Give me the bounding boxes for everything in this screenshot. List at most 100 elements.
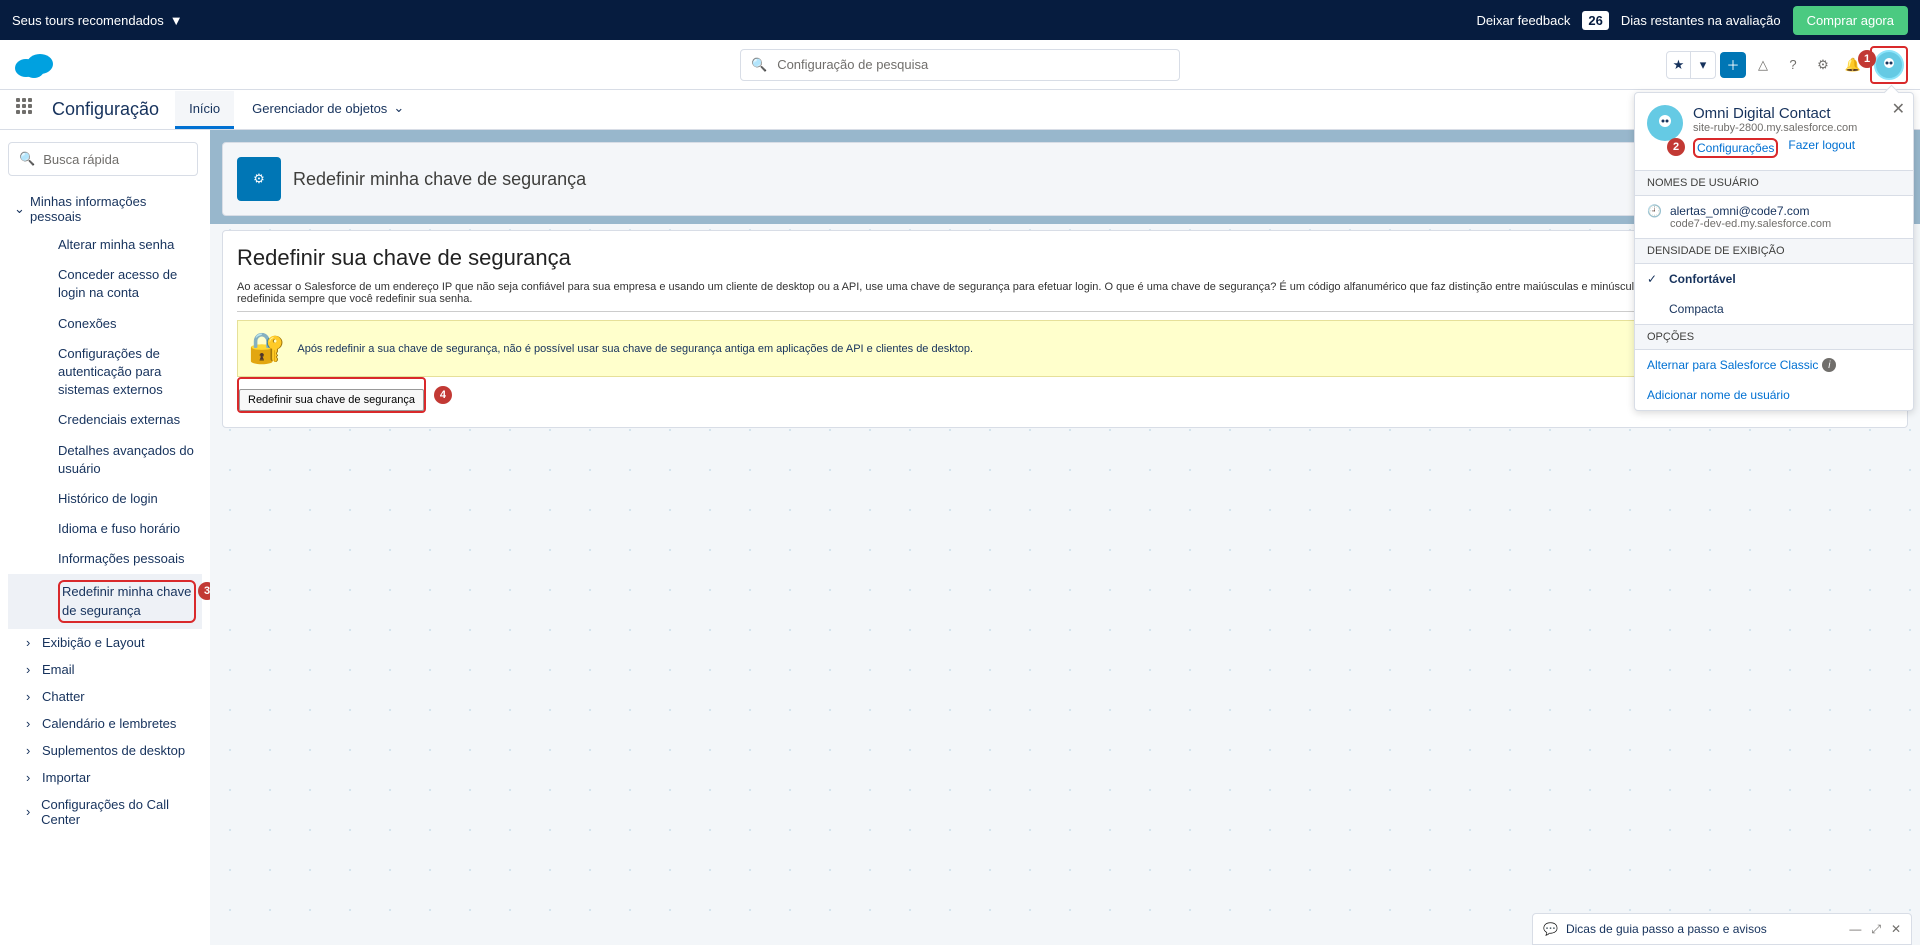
tree-import[interactable]: › Importar xyxy=(8,764,202,791)
days-remaining-text: Dias restantes na avaliação xyxy=(1621,13,1781,28)
tree-label: Email xyxy=(42,662,75,677)
salesforce-logo-icon[interactable] xyxy=(12,50,56,80)
tree-calendar[interactable]: › Calendário e lembretes xyxy=(8,710,202,737)
tree-display-layout[interactable]: › Exibição e Layout xyxy=(8,629,202,656)
tree-item-language-timezone[interactable]: Idioma e fuso horário xyxy=(8,514,202,544)
username-domain: code7-dev-ed.my.salesforce.com xyxy=(1670,218,1831,230)
density-comfortable[interactable]: ✓ Confortável xyxy=(1635,264,1913,294)
tab-object-manager[interactable]: Gerenciador de objetos ⌄ xyxy=(238,90,418,129)
astro-icon xyxy=(1879,55,1899,75)
quick-find-placeholder: Busca rápida xyxy=(43,152,119,167)
astro-avatar-icon xyxy=(1647,105,1683,141)
clock-icon: 🕘 xyxy=(1647,204,1662,230)
tree-item-auth-settings[interactable]: Configurações de autenticação para siste… xyxy=(8,339,202,406)
chevron-right-icon: › xyxy=(26,770,36,785)
user-avatar[interactable] xyxy=(1874,50,1904,80)
tree-label: Calendário e lembretes xyxy=(42,716,176,731)
search-icon: 🔍 xyxy=(751,57,767,73)
global-header: 🔍 Configuração de pesquisa ★ ▾ ＋ △ ? ⚙ 🔔… xyxy=(0,40,1920,90)
tree-desktop-addons[interactable]: ›Suplementos de desktop xyxy=(8,737,202,764)
chevron-down-icon: ▼ xyxy=(170,13,183,28)
switch-to-classic-link[interactable]: Alternar para Salesforce Classic i xyxy=(1635,350,1913,380)
nav-tab-bar: Configuração Início Gerenciador de objet… xyxy=(0,90,1920,130)
callout-badge-2: 2 xyxy=(1667,138,1685,156)
buy-now-button[interactable]: Comprar agora xyxy=(1793,6,1908,35)
app-title: Configuração xyxy=(52,99,159,120)
tree-label: Suplementos de desktop xyxy=(42,743,185,758)
setup-gear-icon[interactable]: ⚙ xyxy=(1810,52,1836,78)
check-icon: ✓ xyxy=(1647,272,1657,286)
tree-item-reset-token[interactable]: Redefinir minha chave de segurança 3 xyxy=(8,574,202,628)
chevron-right-icon: › xyxy=(26,689,36,704)
search-icon: 🔍 xyxy=(19,151,35,167)
user-display-name: Omni Digital Contact xyxy=(1693,105,1901,122)
setup-sidebar: 🔍 Busca rápida ⌄ Minhas informações pess… xyxy=(0,130,210,945)
reset-token-button[interactable]: Redefinir sua chave de segurança xyxy=(239,389,424,411)
tree-item-change-password[interactable]: Alterar minha senha xyxy=(8,230,202,260)
chat-bubble-icon: 💬 xyxy=(1543,922,1558,936)
add-username-link[interactable]: Adicionar nome de usuário xyxy=(1635,380,1913,410)
chevron-down-icon: ⌄ xyxy=(14,201,24,217)
minimize-icon[interactable]: — xyxy=(1849,922,1861,937)
trial-tours[interactable]: Seus tours recomendados ▼ xyxy=(12,13,183,28)
logout-link[interactable]: Fazer logout xyxy=(1788,138,1855,158)
callout-badge-4: 4 xyxy=(434,386,452,404)
favorites-menu[interactable]: ★ ▾ xyxy=(1666,51,1716,79)
chevron-right-icon: › xyxy=(26,635,36,650)
help-icon[interactable]: ? xyxy=(1780,52,1806,78)
tips-text: Dicas de guia passo a passo e avisos xyxy=(1566,922,1767,936)
tree-chatter[interactable]: › Chatter xyxy=(8,683,202,710)
expand-icon[interactable]: ⤢ xyxy=(1871,922,1881,937)
tree-item-reset-token-label: Redefinir minha chave de segurança xyxy=(62,584,191,617)
close-icon[interactable]: ✕ xyxy=(1891,922,1901,937)
tree-label: Importar xyxy=(42,770,90,785)
trial-bar: Seus tours recomendados ▼ Deixar feedbac… xyxy=(0,0,1920,40)
feedback-link[interactable]: Deixar feedback xyxy=(1476,13,1570,28)
chevron-right-icon: › xyxy=(26,804,35,819)
tree-item-connections[interactable]: Conexões xyxy=(8,309,202,339)
tree-label: Exibição e Layout xyxy=(42,635,145,650)
tree-item-grant-login[interactable]: Conceder acesso de login na conta xyxy=(8,260,202,308)
tree-parent-label: Minhas informações pessoais xyxy=(30,194,196,224)
tree-item-login-history[interactable]: Histórico de login xyxy=(8,484,202,514)
tree-item-personal-info[interactable]: Informações pessoais xyxy=(8,544,202,574)
tree-label: Chatter xyxy=(42,689,85,704)
tree-email[interactable]: › Email xyxy=(8,656,202,683)
tab-home[interactable]: Início xyxy=(175,91,234,129)
lock-warning-icon: 🔐 xyxy=(248,331,285,366)
star-icon[interactable]: ★ xyxy=(1667,52,1691,78)
object-manager-label: Gerenciador de objetos xyxy=(252,101,387,116)
page-title: Redefinir minha chave de segurança xyxy=(293,169,586,190)
username-email: alertas_omni@code7.com xyxy=(1670,204,1831,218)
chevron-right-icon: › xyxy=(26,716,36,731)
chevron-down-icon[interactable]: ▾ xyxy=(1691,52,1715,78)
setup-gear-icon: ⚙ xyxy=(237,157,281,201)
chevron-right-icon: › xyxy=(26,662,36,677)
trailhead-icon[interactable]: △ xyxy=(1750,52,1776,78)
close-icon[interactable]: ✕ xyxy=(1892,99,1905,119)
tours-label: Seus tours recomendados xyxy=(12,13,164,28)
walkthrough-tips-bar[interactable]: 💬 Dicas de guia passo a passo e avisos —… xyxy=(1532,913,1912,945)
callout-badge-1: 1 xyxy=(1858,50,1876,68)
chevron-down-icon: ⌄ xyxy=(393,100,404,116)
density-compact[interactable]: Compacta xyxy=(1635,294,1913,324)
tree-call-center[interactable]: › Configurações do Call Center xyxy=(8,791,202,833)
usernames-section-title: NOMES DE USUÁRIO xyxy=(1635,170,1913,196)
density-comfortable-label: Confortável xyxy=(1669,272,1736,286)
user-profile-dropdown: ✕ Omni Digital Contact site-ruby-2800.my… xyxy=(1634,92,1914,411)
tree-item-external-credentials[interactable]: Credenciais externas xyxy=(8,405,202,435)
search-placeholder: Configuração de pesquisa xyxy=(777,57,928,72)
tree-parent-personal-info[interactable]: ⌄ Minhas informações pessoais xyxy=(8,188,202,230)
username-entry[interactable]: 🕘 alertas_omni@code7.com code7-dev-ed.my… xyxy=(1635,196,1913,238)
settings-link[interactable]: Configurações xyxy=(1697,141,1774,155)
global-search-input[interactable]: 🔍 Configuração de pesquisa xyxy=(740,49,1180,81)
info-icon: i xyxy=(1822,358,1836,372)
tree-label: Configurações do Call Center xyxy=(41,797,196,827)
quick-find-input[interactable]: 🔍 Busca rápida xyxy=(8,142,198,176)
global-actions-icon[interactable]: ＋ xyxy=(1720,52,1746,78)
app-launcher-icon[interactable] xyxy=(16,98,40,122)
user-domain: site-ruby-2800.my.salesforce.com xyxy=(1693,122,1901,134)
warning-text: Após redefinir a sua chave de segurança,… xyxy=(297,343,973,355)
density-section-title: DENSIDADE DE EXIBIÇÃO xyxy=(1635,238,1913,264)
tree-item-user-details[interactable]: Detalhes avançados do usuário xyxy=(8,436,202,484)
